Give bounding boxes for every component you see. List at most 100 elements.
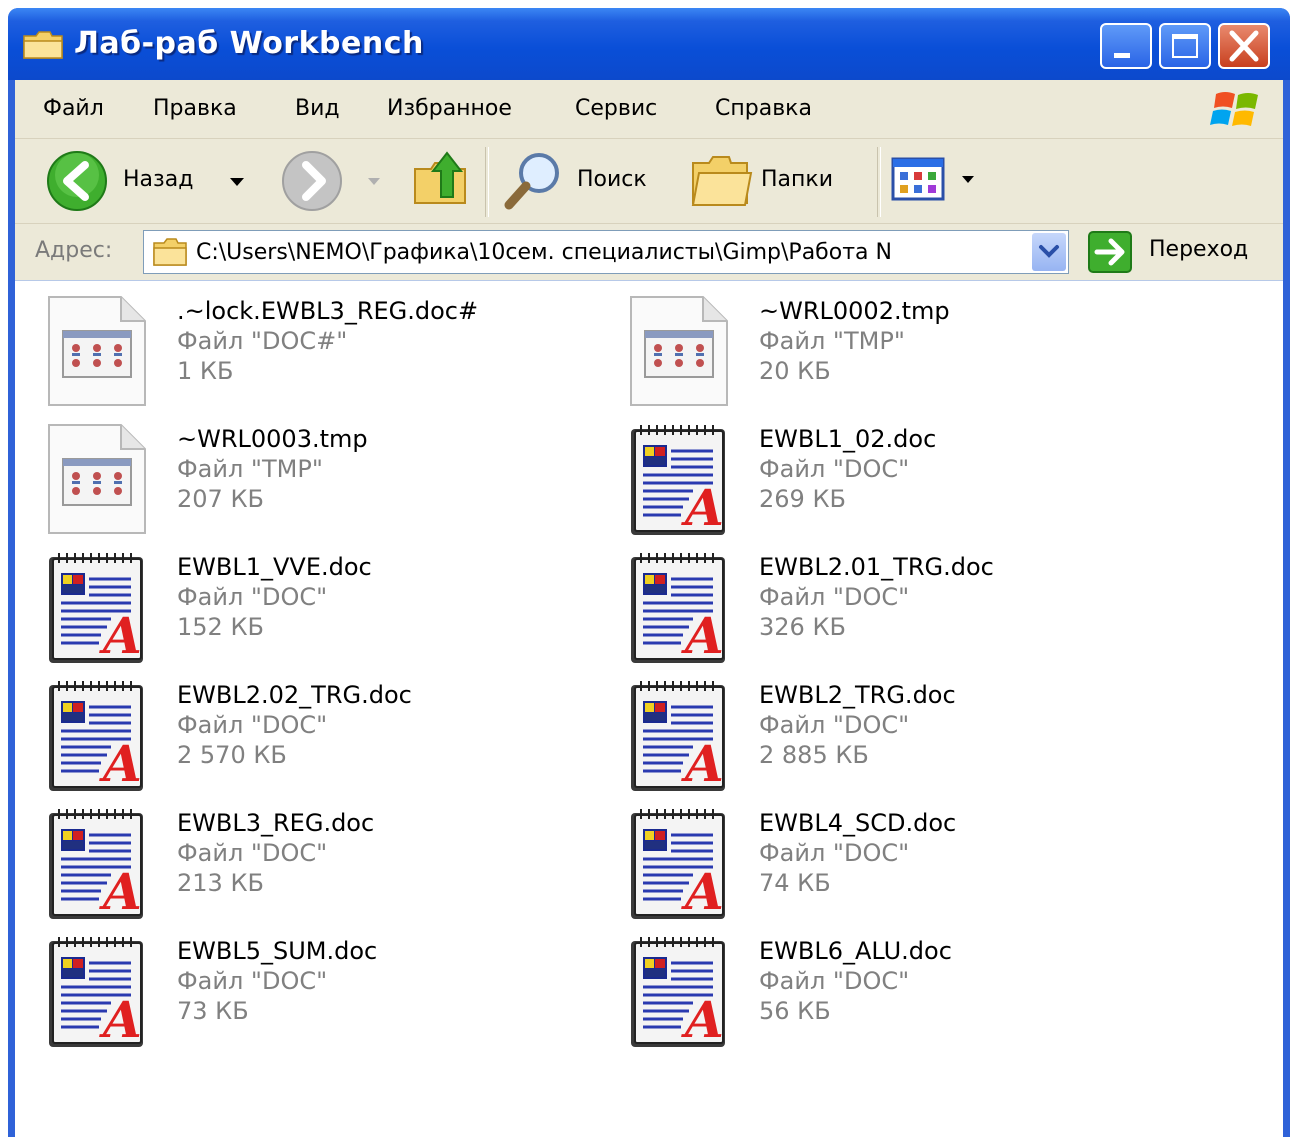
address-bar: Адрес: C:\Users\NEMO\Графика\10сем. спец… bbox=[15, 224, 1283, 280]
word-document-icon: A bbox=[627, 805, 731, 921]
word-document-icon: A bbox=[45, 549, 149, 665]
file-item[interactable]: A EWBL6_ALU.doc Файл "DOC" 56 КБ bbox=[627, 933, 1187, 1053]
file-item[interactable]: A EWBL2.02_TRG.doc Файл "DOC" 2 570 КБ bbox=[45, 677, 605, 797]
file-name: EWBL1_VVE.doc bbox=[177, 553, 372, 581]
maximize-button[interactable] bbox=[1159, 23, 1211, 69]
svg-text:A: A bbox=[681, 606, 724, 665]
file-size: 269 КБ bbox=[759, 485, 846, 513]
close-button[interactable] bbox=[1218, 23, 1270, 69]
file-type: Файл "DOC" bbox=[759, 455, 910, 483]
menu-favorites[interactable]: Избранное bbox=[387, 96, 512, 121]
file-type: Файл "DOC" bbox=[177, 711, 328, 739]
svg-text:A: A bbox=[99, 990, 142, 1049]
back-arrow-icon bbox=[47, 151, 107, 211]
go-button-label[interactable]: Переход bbox=[1149, 237, 1248, 262]
folder-icon bbox=[153, 238, 187, 266]
word-document-icon: A bbox=[45, 677, 149, 793]
file-item[interactable]: .~lock.EWBL3_REG.doc# Файл "DOC#" 1 КБ bbox=[45, 293, 605, 413]
folders-icon bbox=[691, 156, 753, 206]
menu-help[interactable]: Справка bbox=[715, 96, 812, 121]
file-name: EWBL2.02_TRG.doc bbox=[177, 681, 412, 709]
file-size: 326 КБ bbox=[759, 613, 846, 641]
file-name: EWBL2.01_TRG.doc bbox=[759, 553, 994, 581]
dropdown-arrow-icon bbox=[230, 178, 244, 186]
address-path: C:\Users\NEMO\Графика\10сем. специалисты… bbox=[196, 240, 892, 265]
file-name: EWBL3_REG.doc bbox=[177, 809, 375, 837]
svg-text:A: A bbox=[681, 734, 724, 793]
svg-text:A: A bbox=[681, 478, 724, 537]
file-size: 73 КБ bbox=[177, 997, 249, 1025]
file-item[interactable]: A EWBL5_SUM.doc Файл "DOC" 73 КБ bbox=[45, 933, 605, 1053]
menu-view[interactable]: Вид bbox=[295, 96, 340, 121]
word-document-icon: A bbox=[45, 805, 149, 921]
word-document-icon: A bbox=[45, 933, 149, 1049]
file-item[interactable]: A EWBL1_VVE.doc Файл "DOC" 152 КБ bbox=[45, 549, 605, 669]
menu-file[interactable]: Файл bbox=[43, 96, 104, 121]
chevron-down-icon bbox=[1039, 245, 1059, 258]
file-list-pane: .~lock.EWBL3_REG.doc# Файл "DOC#" 1 КБ ~WR… bbox=[15, 280, 1283, 1137]
forward-button[interactable] bbox=[280, 149, 344, 213]
close-icon bbox=[1229, 30, 1259, 62]
menu-tools[interactable]: Сервис bbox=[575, 96, 657, 121]
file-type: Файл "DOC" bbox=[177, 839, 328, 867]
svg-text:A: A bbox=[99, 862, 142, 921]
file-name: EWBL4_SCD.doc bbox=[759, 809, 957, 837]
word-document-icon: A bbox=[627, 677, 731, 793]
views-button[interactable] bbox=[891, 153, 981, 209]
back-label: Назад bbox=[123, 167, 194, 192]
up-folder-button[interactable] bbox=[411, 147, 471, 211]
title-bar[interactable]: Лаб-раб Workbench bbox=[8, 8, 1290, 80]
go-arrow-icon[interactable] bbox=[1087, 230, 1133, 274]
file-size: 213 КБ bbox=[177, 869, 264, 897]
address-dropdown-button[interactable] bbox=[1032, 233, 1066, 271]
windows-logo-icon bbox=[1210, 92, 1258, 126]
menu-edit[interactable]: Правка bbox=[153, 96, 237, 121]
file-type: Файл "DOC#" bbox=[177, 327, 348, 355]
folder-icon bbox=[23, 31, 63, 59]
folders-label: Папки bbox=[761, 167, 833, 192]
file-item[interactable]: A EWBL2.01_TRG.doc Файл "DOC" 326 КБ bbox=[627, 549, 1187, 669]
window-body: Файл Правка Вид Избранное Сервис Справка bbox=[15, 80, 1283, 1137]
file-size: 2 570 КБ bbox=[177, 741, 287, 769]
word-document-icon: A bbox=[627, 421, 731, 537]
file-type: Файл "DOC" bbox=[759, 839, 910, 867]
file-name: EWBL1_02.doc bbox=[759, 425, 937, 453]
generic-file-icon bbox=[627, 293, 731, 409]
file-item[interactable]: A EWBL1_02.doc Файл "DOC" 269 КБ bbox=[627, 421, 1187, 541]
file-size: 152 КБ bbox=[177, 613, 264, 641]
file-item[interactable]: ~WRL0003.tmp Файл "TMP" 207 КБ bbox=[45, 421, 605, 541]
file-item[interactable]: ~WRL0002.tmp Файл "TMP" 20 КБ bbox=[627, 293, 1187, 413]
minimize-button[interactable] bbox=[1100, 23, 1152, 69]
file-type: Файл "DOC" bbox=[759, 711, 910, 739]
address-input[interactable]: C:\Users\NEMO\Графика\10сем. специалисты… bbox=[143, 230, 1069, 274]
file-type: Файл "TMP" bbox=[759, 327, 905, 355]
file-size: 1 КБ bbox=[177, 357, 234, 385]
file-type: Файл "DOC" bbox=[177, 583, 328, 611]
file-item[interactable]: A EWBL4_SCD.doc Файл "DOC" 74 КБ bbox=[627, 805, 1187, 925]
file-item[interactable]: A EWBL2_TRG.doc Файл "DOC" 2 885 КБ bbox=[627, 677, 1187, 797]
file-name: ~WRL0002.tmp bbox=[759, 297, 950, 325]
toolbar-separator bbox=[485, 147, 489, 217]
views-dropdown-icon bbox=[962, 176, 974, 183]
svg-text:A: A bbox=[99, 606, 142, 665]
generic-file-icon bbox=[45, 421, 149, 537]
file-type: Файл "DOC" bbox=[177, 967, 328, 995]
file-type: Файл "DOC" bbox=[759, 583, 910, 611]
forward-dropdown-icon[interactable] bbox=[367, 177, 381, 187]
back-button[interactable]: Назад bbox=[39, 147, 249, 213]
search-button[interactable]: Поиск bbox=[501, 147, 661, 213]
address-label: Адрес: bbox=[35, 238, 113, 263]
svg-text:A: A bbox=[99, 734, 142, 793]
file-size: 20 КБ bbox=[759, 357, 831, 385]
maximize-icon bbox=[1172, 34, 1198, 58]
folders-button[interactable]: Папки bbox=[689, 147, 859, 213]
file-name: EWBL5_SUM.doc bbox=[177, 937, 378, 965]
file-size: 74 КБ bbox=[759, 869, 831, 897]
menu-bar: Файл Правка Вид Избранное Сервис Справка bbox=[15, 80, 1283, 139]
file-name: .~lock.EWBL3_REG.doc# bbox=[177, 297, 479, 325]
explorer-window: Лаб-раб Workbench Файл Правка Вид Избран… bbox=[8, 8, 1290, 1137]
window-title: Лаб-раб Workbench bbox=[74, 26, 424, 61]
svg-text:A: A bbox=[681, 862, 724, 921]
file-size: 2 885 КБ bbox=[759, 741, 869, 769]
file-item[interactable]: A EWBL3_REG.doc Файл "DOC" 213 КБ bbox=[45, 805, 605, 925]
